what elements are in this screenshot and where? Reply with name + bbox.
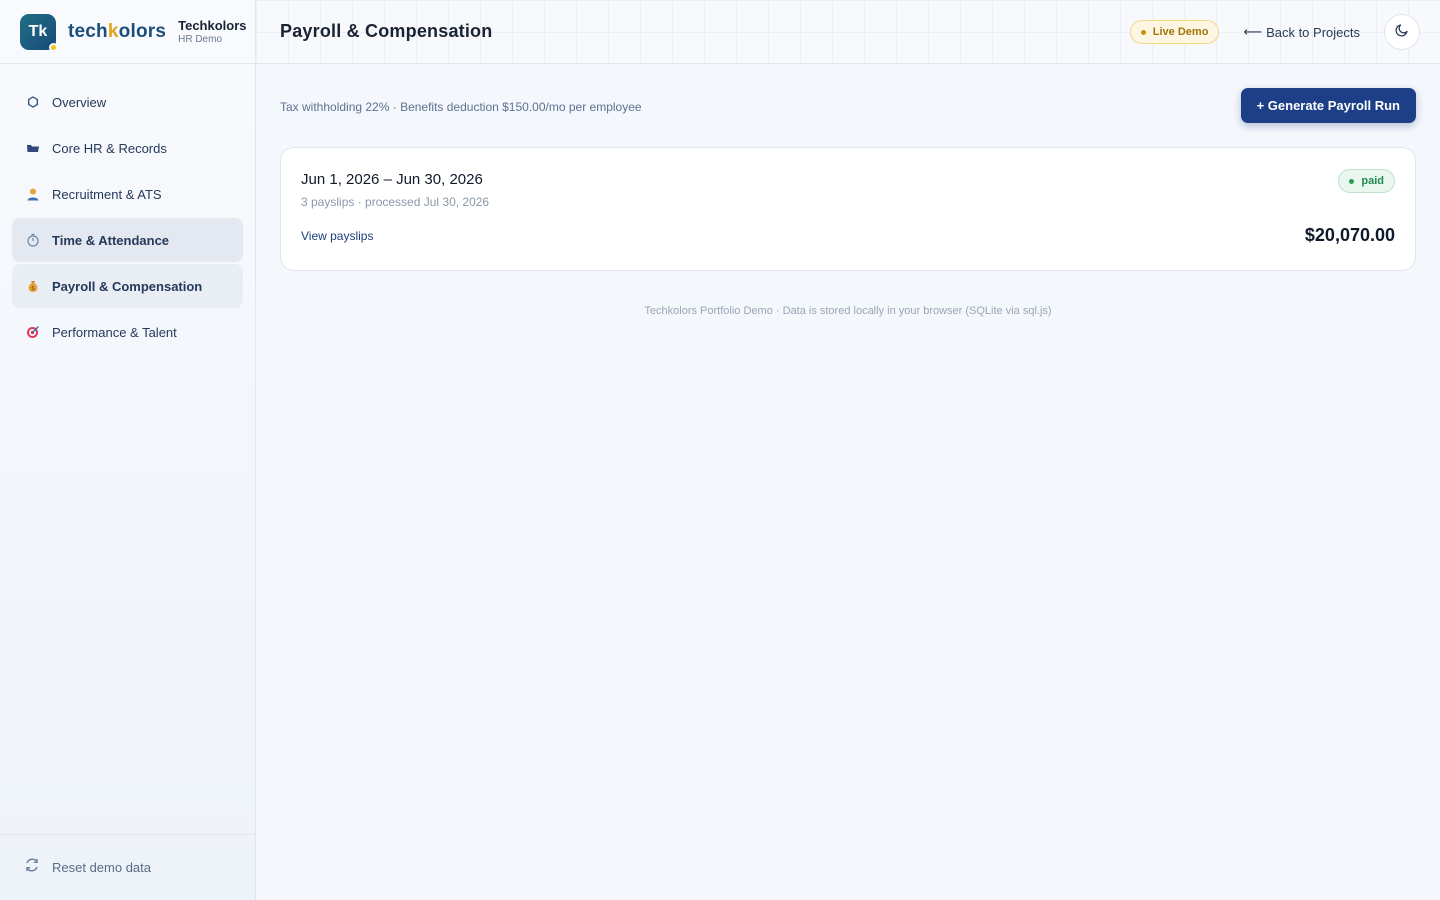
- theme-toggle-button[interactable]: [1384, 14, 1420, 50]
- sidebar-item-recruitment[interactable]: Recruitment & ATS: [12, 172, 243, 216]
- generate-payroll-run-button[interactable]: + Generate Payroll Run: [1240, 88, 1416, 123]
- status-badge: paid: [1338, 169, 1395, 193]
- target-icon: [26, 325, 40, 339]
- stopwatch-icon: [26, 233, 40, 247]
- live-demo-label: Live Demo: [1152, 26, 1209, 38]
- top-header: Payroll & Compensation Live Demo ⟵ Back …: [256, 0, 1440, 64]
- sidebar-item-label: Overview: [52, 94, 107, 110]
- reset-demo-button[interactable]: Reset demo data: [0, 834, 255, 900]
- sidebar-item-label: Time & Attendance: [52, 232, 170, 248]
- wordmark-k: k: [107, 20, 119, 42]
- folder-icon: [26, 141, 40, 155]
- main-content: Tax withholding 22% · Benefits deduction…: [256, 64, 1440, 900]
- sidebar-item-label: Payroll & Compensation: [52, 278, 203, 294]
- person-icon: [26, 187, 40, 201]
- sidebar-item-time-attendance[interactable]: Time & Attendance: [12, 218, 243, 262]
- sidebar-item-overview[interactable]: Overview: [12, 80, 243, 124]
- status-dot-icon: [1349, 178, 1355, 184]
- sidebar-item-payroll[interactable]: $ Payroll & Compensation: [12, 264, 243, 308]
- payroll-period: Jun 1, 2026 – Jun 30, 2026: [301, 171, 483, 188]
- brand-subtitle: HR Demo: [178, 34, 223, 45]
- payroll-run-total: $20,070.00: [1304, 225, 1395, 245]
- payroll-run-meta: 3 payslips · processed Jul 30, 2026: [301, 195, 490, 209]
- logo-initials: Tk: [28, 22, 48, 40]
- header-actions: Live Demo ⟵ Back to Projects: [1129, 0, 1420, 64]
- sidebar-item-performance[interactable]: Performance & Talent: [12, 310, 243, 354]
- sidebar-item-label: Core HR & Records: [52, 140, 167, 156]
- logo-tile[interactable]: Tk: [20, 13, 58, 52]
- sidebar-item-label: Performance & Talent: [52, 324, 177, 340]
- logo-status-dot: [49, 42, 58, 52]
- payroll-settings-note: Tax withholding 22% · Benefits deduction…: [280, 99, 642, 114]
- payroll-toolbar: Tax withholding 22% · Benefits deduction…: [280, 64, 1416, 147]
- refresh-icon: [24, 857, 40, 878]
- sidebar-nav: Overview Core HR & Records Recruitment &…: [0, 64, 255, 372]
- brand-title: Techkolors: [178, 18, 247, 33]
- reset-demo-label: Reset demo data: [52, 860, 152, 875]
- back-label: Back to Projects: [1266, 24, 1360, 40]
- money-bag-icon: $: [26, 279, 40, 293]
- status-label: paid: [1361, 175, 1384, 187]
- live-dot-icon: [1140, 29, 1146, 35]
- payroll-run-card: Jun 1, 2026 – Jun 30, 2026 3 payslips · …: [280, 147, 1416, 271]
- arrow-left-icon: ⟵: [1243, 24, 1263, 39]
- moon-icon: [1394, 22, 1410, 43]
- view-payslips-link[interactable]: View payslips: [301, 229, 373, 243]
- wordmark-post: olors: [118, 20, 167, 42]
- brand: Tk techkolors Techkolors HR Demo: [0, 0, 255, 64]
- svg-text:$: $: [31, 285, 35, 292]
- footer-note: Techkolors Portfolio Demo · Data is stor…: [644, 305, 1052, 317]
- brand-wordmark: techkolors: [68, 21, 166, 43]
- page-title: Payroll & Compensation: [280, 21, 493, 41]
- back-to-projects-link[interactable]: ⟵ Back to Projects: [1243, 24, 1360, 40]
- brand-text: Techkolors HR Demo: [178, 18, 246, 45]
- sidebar-item-core-hr[interactable]: Core HR & Records: [12, 126, 243, 170]
- wordmark-pre: tech: [68, 20, 108, 42]
- live-demo-badge: Live Demo: [1129, 20, 1220, 44]
- sidebar: Tk techkolors Techkolors HR Demo Overvie…: [0, 0, 256, 900]
- sidebar-item-label: Recruitment & ATS: [52, 186, 162, 202]
- hexagon-icon: [26, 95, 40, 109]
